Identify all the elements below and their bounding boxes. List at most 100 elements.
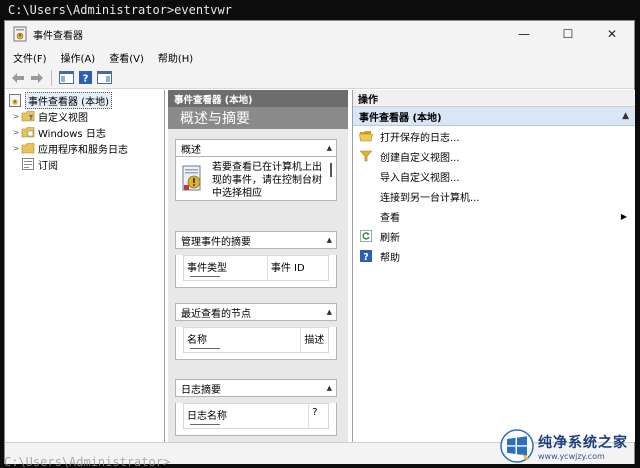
collapse-icon[interactable]: ▲ (327, 384, 332, 392)
overview-section-header[interactable]: 概述 ▲ (175, 139, 337, 157)
maximize-button[interactable]: ☐ (546, 21, 590, 47)
console-tree: 事件查看器 (本地) > 自定义视图 > Windows 日志 > 应用程序和服… (5, 90, 165, 442)
log-summary-body: 日志名称 ? (175, 403, 337, 436)
overview-and-summary-title: 概述与摘要 (168, 107, 348, 129)
overview-section-body: 若要查看已在计算机上出现的事件，请在控制台树中选择相应 (175, 157, 337, 201)
actions-pane: 操作 事件查看器 (本地) ▲ 打开保存的日志... 创建自定义视图... 导入… (352, 90, 635, 442)
watermark-url: www.ycwjzy.com (538, 451, 605, 461)
filter-icon (359, 149, 373, 163)
overview-scrollbar[interactable] (330, 163, 332, 177)
action-label: 帮助 (380, 252, 400, 264)
close-button[interactable]: ✕ (590, 21, 634, 47)
column-header-name[interactable]: 名称 (184, 328, 300, 352)
terminal-prompt-line: C:\Users\Administrator> (4, 455, 171, 468)
event-viewer-window: 事件查看器 — ☐ ✕ 文件(F) 操作(A) 查看(V) 帮助(H) ? 事件… (4, 20, 635, 464)
overview-description: 若要查看已在计算机上出现的事件，请在控制台树中选择相应 (212, 162, 322, 197)
column-header-description[interactable]: 描述 (300, 328, 328, 352)
admin-events-summary-body: 事件类型 事件 ID (175, 255, 337, 288)
actions-pane-header: 操作 (353, 90, 635, 107)
site-watermark: 纯净系统之家 www.ycwjzy.com (500, 428, 634, 464)
title-bar[interactable]: 事件查看器 — ☐ ✕ (5, 21, 634, 47)
expand-arrow-icon[interactable]: > (11, 128, 21, 137)
collapse-icon[interactable]: ▲ (327, 144, 332, 152)
tree-item-windows-logs[interactable]: > Windows 日志 (11, 124, 164, 140)
center-pane-content[interactable]: 概述与摘要 概述 ▲ 若要查看已在计算机上出现的事件，请在控制台树中选择相应 管… (168, 107, 348, 442)
tree-item-root-label: 事件查看器 (本地) (25, 91, 112, 109)
console-tree-icon (58, 71, 74, 84)
tree-item-subscriptions[interactable]: 订阅 (11, 156, 164, 172)
action-refresh[interactable]: 刷新 (353, 226, 635, 246)
toolbar: ? (5, 67, 634, 89)
folder-icon (21, 142, 35, 155)
tree-item-label: 应用程序和服务日志 (38, 144, 128, 156)
recent-nodes-body: 名称 描述 (175, 327, 337, 360)
back-button[interactable] (10, 70, 26, 86)
show-hide-console-tree-button[interactable] (58, 70, 74, 86)
folder-log-icon (21, 126, 35, 139)
collapse-icon[interactable]: ▲ (327, 236, 332, 244)
action-label: 打开保存的日志... (380, 132, 460, 144)
admin-events-summary-header[interactable]: 管理事件的摘要 ▲ (175, 231, 337, 249)
action-view[interactable]: 查看 ▶ (353, 206, 635, 226)
tree-item-root[interactable]: 事件查看器 (本地) (8, 91, 164, 109)
action-help[interactable]: ? 帮助 (353, 246, 635, 266)
window-title: 事件查看器 (33, 30, 83, 42)
windows-logo-icon (500, 429, 534, 463)
help-icon: ? (359, 249, 373, 263)
column-header-event-type[interactable]: 事件类型 (184, 256, 267, 280)
recent-nodes-grid[interactable]: 名称 描述 (183, 327, 329, 353)
open-folder-icon (359, 129, 373, 143)
tree-item-label: 订阅 (38, 160, 58, 172)
minimize-button[interactable]: — (502, 21, 546, 47)
expand-arrow-icon[interactable]: > (11, 112, 21, 121)
collapse-icon[interactable]: ▲ (622, 111, 629, 121)
subscriptions-icon (21, 158, 35, 171)
refresh-icon (359, 229, 373, 243)
column-header-truncated[interactable]: ? (308, 404, 328, 428)
expand-arrow-icon[interactable]: > (11, 144, 21, 153)
svg-text:?: ? (363, 252, 369, 262)
overview-section: 概述 ▲ 若要查看已在计算机上出现的事件，请在控制台树中选择相应 (175, 139, 337, 201)
section-title: 管理事件的摘要 (181, 236, 251, 248)
log-summary-grid[interactable]: 日志名称 ? (183, 403, 329, 429)
event-viewer-icon (182, 165, 201, 191)
column-underline (190, 276, 220, 277)
recent-nodes-header[interactable]: 最近查看的节点 ▲ (175, 303, 337, 321)
section-title: 最近查看的节点 (181, 308, 251, 320)
action-create-custom-view[interactable]: 创建自定义视图... (353, 146, 635, 166)
arrow-left-icon (12, 72, 24, 83)
collapse-icon[interactable]: ▲ (327, 308, 332, 316)
log-summary-header[interactable]: 日志摘要 ▲ (175, 379, 337, 397)
forward-button[interactable] (29, 70, 45, 86)
summary-grid[interactable]: 事件类型 事件 ID (183, 255, 329, 281)
help-icon: ? (78, 71, 92, 85)
menu-file[interactable]: 文件(F) (13, 50, 47, 65)
column-underline (190, 348, 220, 349)
tree-item-app-service-logs[interactable]: > 应用程序和服务日志 (11, 140, 164, 156)
column-header-log-name[interactable]: 日志名称 (184, 404, 308, 428)
help-toolbar-button[interactable]: ? (77, 70, 93, 86)
folder-filter-icon (21, 110, 35, 123)
actions-group-header[interactable]: 事件查看器 (本地) ▲ (353, 107, 635, 126)
menu-view[interactable]: 查看(V) (109, 50, 144, 65)
action-label: 刷新 (380, 232, 400, 244)
svg-text:?: ? (82, 74, 88, 85)
center-pane-header: 事件查看器 (本地) (168, 90, 348, 107)
show-hide-action-pane-button[interactable] (96, 70, 112, 86)
action-label: 查看 (380, 212, 400, 224)
center-pane: 事件查看器 (本地) 概述与摘要 概述 ▲ 若要查看已在计算机上出现的事件，请在… (168, 90, 348, 442)
section-title: 概述 (181, 144, 201, 156)
arrow-right-icon (31, 72, 43, 83)
action-connect-another-computer[interactable]: 连接到另一台计算机... (353, 186, 635, 206)
menu-action[interactable]: 操作(A) (61, 50, 96, 65)
menu-help[interactable]: 帮助(H) (158, 50, 193, 65)
log-summary-section: 日志摘要 ▲ 日志名称 ? (175, 379, 337, 436)
terminal-command-line: C:\Users\Administrator>eventvwr (8, 3, 232, 17)
tree-item-custom-views[interactable]: > 自定义视图 (11, 108, 164, 124)
recent-nodes-section: 最近查看的节点 ▲ 名称 描述 (175, 303, 337, 360)
column-header-event-id[interactable]: 事件 ID (266, 256, 328, 280)
actions-group-title: 事件查看器 (本地) (359, 112, 442, 124)
action-open-saved-log[interactable]: 打开保存的日志... (353, 126, 635, 146)
section-title: 日志摘要 (181, 384, 221, 396)
action-import-custom-view[interactable]: 导入自定义视图... (353, 166, 635, 186)
